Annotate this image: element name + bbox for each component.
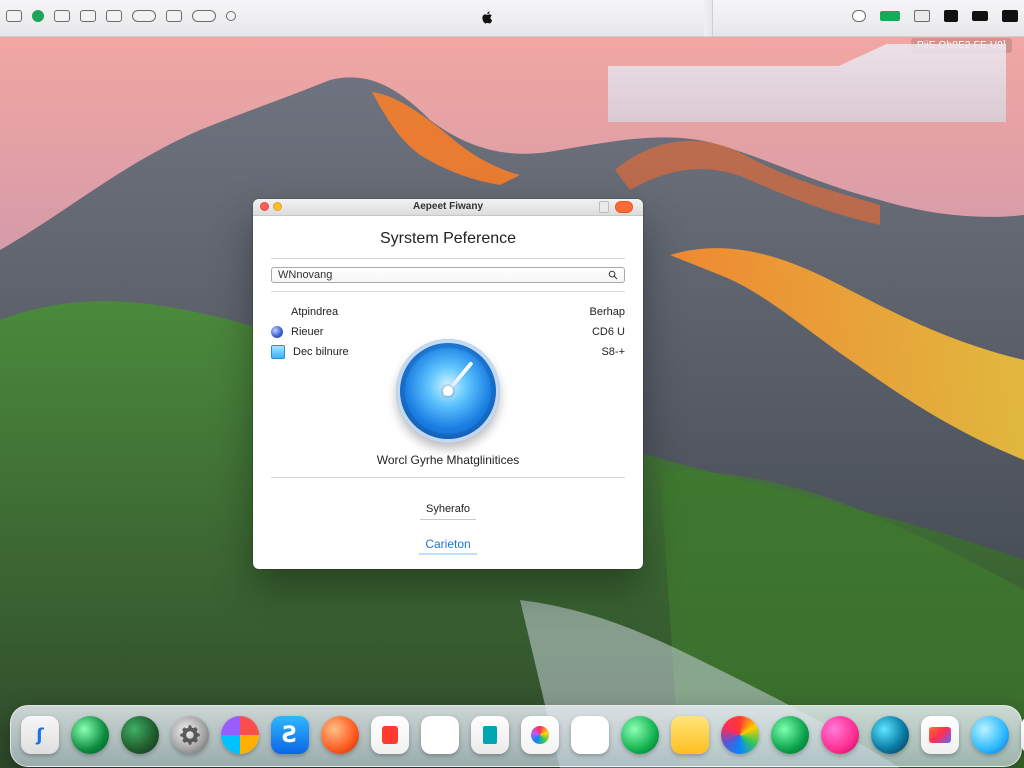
status-icon-1[interactable] (852, 10, 866, 22)
menu-bar-right (852, 10, 1018, 22)
menu-bar-icon-5[interactable] (106, 10, 122, 22)
orange-app-icon[interactable] (321, 716, 359, 754)
system-preferences-dialog: Aepeet Fiwany Syrstem Peference WNnovang… (253, 199, 643, 569)
list-row[interactable]: Atpindrea Berhap (271, 302, 625, 322)
menu-bar-icon-8[interactable] (192, 10, 216, 22)
menu-bar-left (6, 10, 236, 22)
pink-circle-icon[interactable] (821, 716, 859, 754)
appstore-glyph: Ƨ (282, 722, 298, 748)
secondary-label: Syherafo (425, 503, 471, 515)
divider (271, 291, 625, 292)
dialog-titlebar: Aepeet Fiwany (253, 199, 643, 216)
yellow-notes-icon[interactable] (671, 716, 709, 754)
color-wheel-icon[interactable] (721, 716, 759, 754)
row-left: Rieuer (271, 326, 323, 338)
notification-panel (608, 44, 1006, 122)
titlebar-action-button[interactable] (615, 201, 633, 213)
search-input[interactable]: WNnovang (271, 267, 625, 283)
green-leaf-icon[interactable] (771, 716, 809, 754)
candy-glyph (531, 726, 549, 744)
menu-bar-icon-9[interactable] (226, 11, 236, 21)
row-icon-empty (271, 306, 283, 318)
titlebar-right-controls (599, 201, 633, 213)
candy-icon[interactable] (521, 716, 559, 754)
menu-bar-icon-4[interactable] (80, 10, 96, 22)
red-square-glyph (382, 726, 398, 744)
row-label: Rieuer (291, 326, 324, 338)
finder-glyph: ʃ (36, 724, 44, 746)
center-caption: Worcl Gyrhe Mhatglinitices (376, 453, 520, 467)
menu-bar-icon-1[interactable] (6, 10, 22, 22)
apple-logo-icon (482, 11, 493, 24)
row-value: CD6 U (591, 326, 625, 338)
row-left: Atpindrea (271, 306, 338, 318)
darkgreen-circle-icon[interactable] (121, 716, 159, 754)
blue-circle-icon (271, 326, 283, 338)
safari-icon (396, 339, 500, 443)
teal-square-icon[interactable] (471, 716, 509, 754)
cancel-button[interactable]: Carieton (419, 535, 477, 555)
blue-ball-icon[interactable] (971, 716, 1009, 754)
teal-square-glyph (483, 726, 497, 744)
window-title: Aepeet Fiwany (412, 201, 484, 212)
status-icon-3[interactable] (914, 10, 930, 22)
compass-hub (443, 386, 453, 396)
status-icon-6[interactable] (1002, 10, 1018, 22)
dock: ʃ Ƨ (10, 705, 1024, 767)
green-circle-icon[interactable] (71, 716, 109, 754)
row-value: Berhap (589, 306, 625, 318)
dark-cyan-circle-icon[interactable] (871, 716, 909, 754)
status-icon-4[interactable] (944, 10, 958, 22)
finder-icon[interactable]: ʃ (21, 716, 59, 754)
gear-glyph (180, 725, 200, 745)
menu-bar-divider (704, 0, 713, 36)
search-text: WNnovang (278, 269, 333, 281)
appstore-icon[interactable]: Ƨ (271, 716, 309, 754)
center-illustration: Worcl Gyrhe Mhatglinitices (253, 339, 643, 467)
bottom-divider (271, 477, 625, 478)
row-label: Atpindrea (291, 306, 339, 318)
menu-bar (0, 0, 1024, 37)
menu-bar-icon-2[interactable] (32, 10, 44, 22)
photos-icon[interactable] (221, 716, 259, 754)
status-icon-5[interactable] (972, 11, 988, 21)
secondary-underline (420, 519, 476, 520)
white-square-icon[interactable] (571, 716, 609, 754)
gear-icon[interactable] (171, 716, 209, 754)
photos-edit-glyph (929, 727, 951, 743)
battery-icon[interactable] (880, 11, 900, 21)
apple-icon[interactable] (476, 6, 498, 28)
photos-edit-icon[interactable] (921, 716, 959, 754)
blank-app-icon[interactable] (421, 716, 459, 754)
menu-bar-icon-3[interactable] (54, 10, 70, 22)
red-square-icon[interactable] (371, 716, 409, 754)
menu-bar-icon-6[interactable] (132, 10, 156, 22)
titlebar-toggle[interactable] (599, 201, 609, 213)
dock-items: ʃ Ƨ (21, 716, 1024, 754)
search-icon[interactable] (608, 270, 618, 280)
green-chat-icon[interactable] (621, 716, 659, 754)
divider (271, 258, 625, 259)
cancel-container: Carieton (253, 535, 643, 555)
menu-bar-icon-7[interactable] (166, 10, 182, 22)
dialog-heading: Syrstem Peference (379, 230, 517, 247)
